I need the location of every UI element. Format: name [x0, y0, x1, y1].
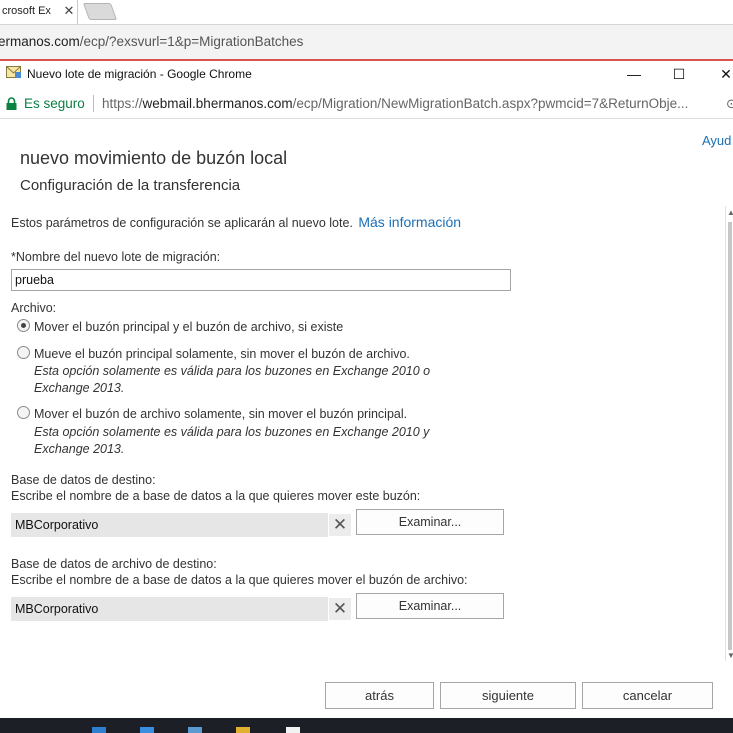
- cancel-button[interactable]: cancelar: [582, 682, 713, 709]
- archive-option-label-2[interactable]: Mueve el buzón principal solamente, sin …: [34, 347, 410, 361]
- background-url-path: /ecp/?exsvurl=1&p=MigrationBatches: [79, 34, 304, 49]
- new-tab-button[interactable]: [82, 3, 118, 20]
- taskbar-app-icon[interactable]: [188, 727, 202, 733]
- minimize-icon[interactable]: —: [624, 64, 644, 84]
- secure-label: Es seguro: [24, 96, 85, 111]
- help-link[interactable]: Ayud: [702, 133, 731, 148]
- intro-sentence: Estos parámetros de configuración se apl…: [11, 216, 353, 230]
- browse-target-db-button[interactable]: Examinar...: [356, 509, 504, 535]
- close-window-icon[interactable]: ✕: [716, 64, 733, 84]
- batch-name-input[interactable]: [11, 269, 511, 291]
- scroll-down-icon[interactable]: ▼: [727, 651, 733, 660]
- popup-url[interactable]: https://webmail.bhermanos.com/ecp/Migrat…: [102, 96, 688, 111]
- target-archive-db-label: Base de datos de archivo de destino:: [11, 557, 217, 571]
- background-url-host: ermanos.com: [0, 34, 80, 49]
- next-button[interactable]: siguiente: [440, 682, 576, 709]
- intro-text: Estos parámetros de configuración se apl…: [11, 214, 461, 230]
- url-divider: [93, 95, 94, 112]
- archive-option-radio-1[interactable]: [17, 319, 30, 332]
- target-archive-db-description: Escribe el nombre de a base de datos a l…: [11, 573, 468, 587]
- clear-target-db-icon[interactable]: ✕: [329, 514, 351, 536]
- more-info-link[interactable]: Más información: [358, 214, 461, 230]
- archive-option-radio-2[interactable]: [17, 346, 30, 359]
- page-info-icon[interactable]: ⊙: [726, 96, 733, 112]
- taskbar-app-icon[interactable]: [140, 727, 154, 733]
- taskbar-app-icon[interactable]: [286, 727, 300, 733]
- background-tab-title: crosoft Ex: [2, 5, 51, 17]
- taskbar: [0, 718, 733, 733]
- browse-target-archive-db-button[interactable]: Examinar...: [356, 593, 504, 619]
- page-title: nuevo movimiento de buzón local: [20, 148, 288, 168]
- target-archive-db-field[interactable]: MBCorporativo: [11, 597, 328, 621]
- archive-option-note-2: Esta opción solamente es válida para los…: [34, 364, 431, 395]
- url-host: webmail.bhermanos.com: [142, 96, 293, 111]
- target-db-field[interactable]: MBCorporativo: [11, 513, 328, 537]
- batch-name-label: *Nombre del nuevo lote de migración:: [11, 250, 221, 264]
- popup-window-title: Nuevo lote de migración - Google Chrome: [27, 67, 252, 81]
- url-path: /ecp/Migration/NewMigrationBatch.aspx?pw…: [292, 96, 689, 111]
- envelope-icon: [6, 66, 21, 78]
- scroll-up-icon[interactable]: ▲: [727, 208, 733, 217]
- archive-option-label-1[interactable]: Mover el buzón principal y el buzón de a…: [34, 320, 343, 334]
- target-db-label: Base de datos de destino:: [11, 473, 156, 487]
- maximize-icon[interactable]: ☐: [669, 64, 689, 84]
- taskbar-app-icon[interactable]: [92, 727, 106, 733]
- page-subtitle: Configuración de la transferencia: [20, 177, 241, 194]
- archive-option-radio-3[interactable]: [17, 406, 30, 419]
- back-button[interactable]: atrás: [325, 682, 434, 709]
- close-tab-icon[interactable]: ✕: [62, 4, 76, 18]
- taskbar-folder-icon[interactable]: [236, 727, 250, 733]
- archive-option-label-3[interactable]: Mover el buzón de archivo solamente, sin…: [34, 407, 407, 421]
- scrollbar-thumb[interactable]: [728, 222, 732, 650]
- archive-option-note-3: Esta opción solamente es válida para los…: [34, 425, 430, 456]
- lock-icon: [6, 97, 17, 110]
- background-url[interactable]: ermanos.com/ecp/?exsvurl=1&p=MigrationBa…: [0, 34, 303, 49]
- clear-target-archive-db-icon[interactable]: ✕: [329, 598, 351, 620]
- archive-label: Archivo:: [11, 301, 57, 315]
- url-scheme: https://: [102, 96, 143, 111]
- target-db-description: Escribe el nombre de a base de datos a l…: [11, 489, 421, 503]
